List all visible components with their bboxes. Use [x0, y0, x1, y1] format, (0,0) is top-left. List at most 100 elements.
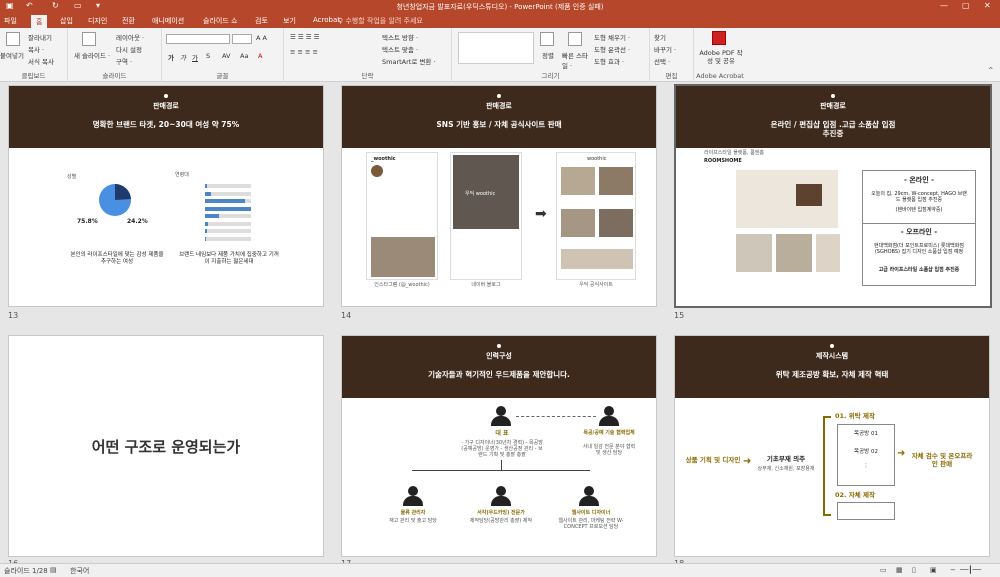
tab-transitions[interactable]: 전환	[122, 16, 135, 26]
caption-right: 브랜드 네임보다 제품 가치에 집중하고 기꺼이 지출하는 젊은세대	[179, 252, 279, 265]
font-name-input[interactable]	[166, 34, 230, 44]
zoom-slider[interactable]: ──┃──	[960, 566, 981, 574]
normal-view-icon[interactable]: ▭	[880, 566, 887, 574]
tab-home[interactable]: 홈	[31, 15, 48, 28]
tab-insert[interactable]: 삽입	[60, 16, 73, 26]
tab-slideshow[interactable]: 슬라이드 쇼	[203, 16, 237, 26]
copy-button[interactable]: 복사 ·	[28, 44, 44, 54]
header-dot	[164, 94, 168, 98]
header-dot	[830, 344, 834, 348]
smartart-button[interactable]: SmartArt로 변환 ·	[382, 56, 435, 66]
quick-styles-icon[interactable]	[568, 32, 582, 46]
age-bar	[205, 214, 251, 218]
language-indicator[interactable]: 한국어	[70, 566, 89, 576]
font-size-input[interactable]	[232, 34, 252, 44]
align-icon[interactable]: ≡ ≡ ≡ ≡	[290, 48, 318, 56]
arrange-icon[interactable]	[540, 32, 554, 46]
age-bar	[205, 184, 251, 188]
slide-thumbnail-13[interactable]: 판매경로 명확한 브랜드 타겟, 20~30대 여성 약 75% 성별 75.8…	[8, 85, 324, 307]
process-1: 01. 위탁 제작	[835, 412, 875, 420]
arrow-right-icon-2: ➜	[897, 448, 906, 459]
arrange-button[interactable]: 정렬	[542, 50, 554, 60]
select-button[interactable]: 선택 ·	[654, 56, 670, 66]
offline-note: 고급 라이프스타일 소품샵 입점 추진중	[878, 267, 960, 273]
minimize-icon[interactable]: —	[940, 1, 948, 10]
underline-icon[interactable]: 가	[192, 52, 198, 62]
slide-thumbnail-17[interactable]: 인력구성 기술자들과 혁기적인 우드제품을 제안합니다. 대 표 - 가구 디자…	[341, 335, 657, 557]
slide-thumbnail-18[interactable]: 제작시스템 위탁 제조공방 확보, 자체 제작 혁태 상품 기획 및 디자인 ➜…	[674, 335, 990, 557]
pie-label-right: 24.2%	[127, 218, 148, 225]
shape-outline-button[interactable]: 도형 윤곽선 ·	[594, 44, 630, 54]
offline-body: 현대백화점(더 포인트프로미스) 롯데백화점(SGHOBS) 집기 디자인 소품…	[874, 243, 964, 255]
tab-file[interactable]: 파일	[4, 16, 17, 26]
partner-people-icon	[598, 406, 620, 426]
tab-animations[interactable]: 애니메이션	[152, 16, 184, 26]
drawing-group: 정렬 빠른 스타일 · 도형 채우기 · 도형 윤곽선 · 도형 효과 · 그리…	[452, 28, 650, 82]
zoom-out-icon[interactable]: −	[950, 566, 956, 574]
shape-effects-button[interactable]: 도형 효과 ·	[594, 56, 624, 66]
adobe-pdf-icon[interactable]	[712, 31, 726, 45]
change-case-icon[interactable]: Aa	[240, 52, 248, 60]
step-material: 기초부재 의주	[766, 455, 806, 463]
process-2: 02. 자체 제작	[835, 491, 875, 499]
char-spacing-icon[interactable]: AV	[222, 52, 230, 60]
drawing-label: 그리기	[541, 72, 560, 80]
shape-fill-button[interactable]: 도형 채우기 ·	[594, 32, 630, 42]
align-text-button[interactable]: 텍스트 맞춤 ·	[382, 44, 418, 54]
online-note: (텐바이텐 입점계약중)	[895, 207, 943, 213]
restore-icon[interactable]: ▢	[962, 1, 970, 10]
slide-thumbnail-15[interactable]: 판매경로 온라인 / 편집샵 입점 .고급 소품샵 입점 추진중 라이프스타일 …	[674, 84, 992, 308]
collapse-ribbon-icon[interactable]: ^	[988, 66, 993, 74]
spellcheck-icon[interactable]: ▤	[50, 566, 57, 574]
close-icon[interactable]: ✕	[984, 1, 991, 10]
tab-design[interactable]: 디자인	[88, 16, 107, 26]
format-painter-button[interactable]: 서식 복사	[28, 56, 54, 66]
editing-group: 찾기 바꾸기 · 선택 · 편집	[650, 28, 694, 82]
header-dot	[497, 344, 501, 348]
find-button[interactable]: 찾기	[654, 32, 666, 42]
online-title: - 온라인 -	[903, 176, 934, 184]
workshop-1: 목공방 01	[854, 431, 878, 437]
member2-desc: 제작담당(공방관리 총괄) 제작	[469, 518, 533, 524]
age-bar	[205, 199, 251, 203]
slideshow-view-icon[interactable]: ▣	[930, 566, 937, 574]
italic-icon[interactable]: 가	[180, 52, 186, 62]
layout-button[interactable]: 레이아웃 ·	[116, 32, 144, 42]
window-title: 청년창업자금 발표자료(우딕스튜디오) - PowerPoint (제품 인증 …	[396, 3, 604, 11]
paste-icon[interactable]	[6, 32, 20, 46]
replace-button[interactable]: 바꾸기 ·	[654, 44, 676, 54]
header-dot	[831, 94, 835, 98]
paste-button[interactable]: 붙여넣기	[0, 50, 24, 60]
ceo-desc: - 가구 디자이너(30년차 경력) - 목공방(공예공방) 운영가 - 생산공…	[461, 440, 543, 458]
site-logo: woothic	[587, 156, 607, 162]
font-color-icon[interactable]: A	[258, 52, 262, 60]
new-slide-button[interactable]: 새 슬라이드 ·	[74, 50, 110, 60]
slide-thumbnail-14[interactable]: 판매경로 SNS 기반 홍보 / 자체 공식사이트 판매 _woothic 우딕…	[341, 85, 657, 307]
tell-me-search[interactable]: ♀ 수행할 작업을 알려 주세요	[338, 16, 423, 26]
create-pdf-button[interactable]: Adobe PDF 작성 및 공유	[698, 49, 744, 65]
tab-view[interactable]: 보기	[283, 16, 296, 26]
tab-review[interactable]: 검토	[255, 16, 268, 26]
caption-instagram: 인스타그램 (@_woothic)	[374, 282, 430, 288]
section-button[interactable]: 구역 ·	[116, 56, 132, 66]
strikethrough-icon[interactable]: S	[206, 52, 210, 60]
slide-sorter-icon[interactable]: ▦	[896, 566, 903, 574]
cut-button[interactable]: 잘라내기	[28, 32, 52, 42]
reading-view-icon[interactable]: ▯	[912, 566, 916, 574]
ribbon: 붙여넣기 잘라내기 복사 · 서식 복사 클립보드 새 슬라이드 · 레이아웃 …	[0, 28, 1000, 82]
age-bar	[205, 221, 251, 226]
grow-font-icon[interactable]: A A	[256, 34, 267, 42]
new-slide-icon[interactable]	[82, 32, 96, 46]
slide-heading: 위탁 제조공방 확보, 자체 제작 혁태	[775, 370, 889, 379]
slide-thumbnail-16[interactable]: 어떤 구조로 운영되는가	[8, 335, 324, 557]
bullets-icon[interactable]: ☰ ☰ ☰ ☰	[290, 33, 320, 41]
shapes-gallery[interactable]	[458, 32, 534, 64]
quick-styles-button[interactable]: 빠른 스타일 ·	[562, 50, 590, 70]
logistics-person-icon	[402, 486, 424, 506]
reset-button[interactable]: 다시 설정	[116, 44, 142, 54]
text-direction-button[interactable]: 텍스트 방향 ·	[382, 32, 418, 42]
insta-id: _woothic	[371, 156, 396, 162]
bold-icon[interactable]: 가	[168, 52, 174, 62]
slide-heading: SNS 기반 홍보 / 자체 공식사이트 판매	[436, 120, 562, 129]
tab-acrobat[interactable]: Acrobat	[313, 16, 340, 24]
